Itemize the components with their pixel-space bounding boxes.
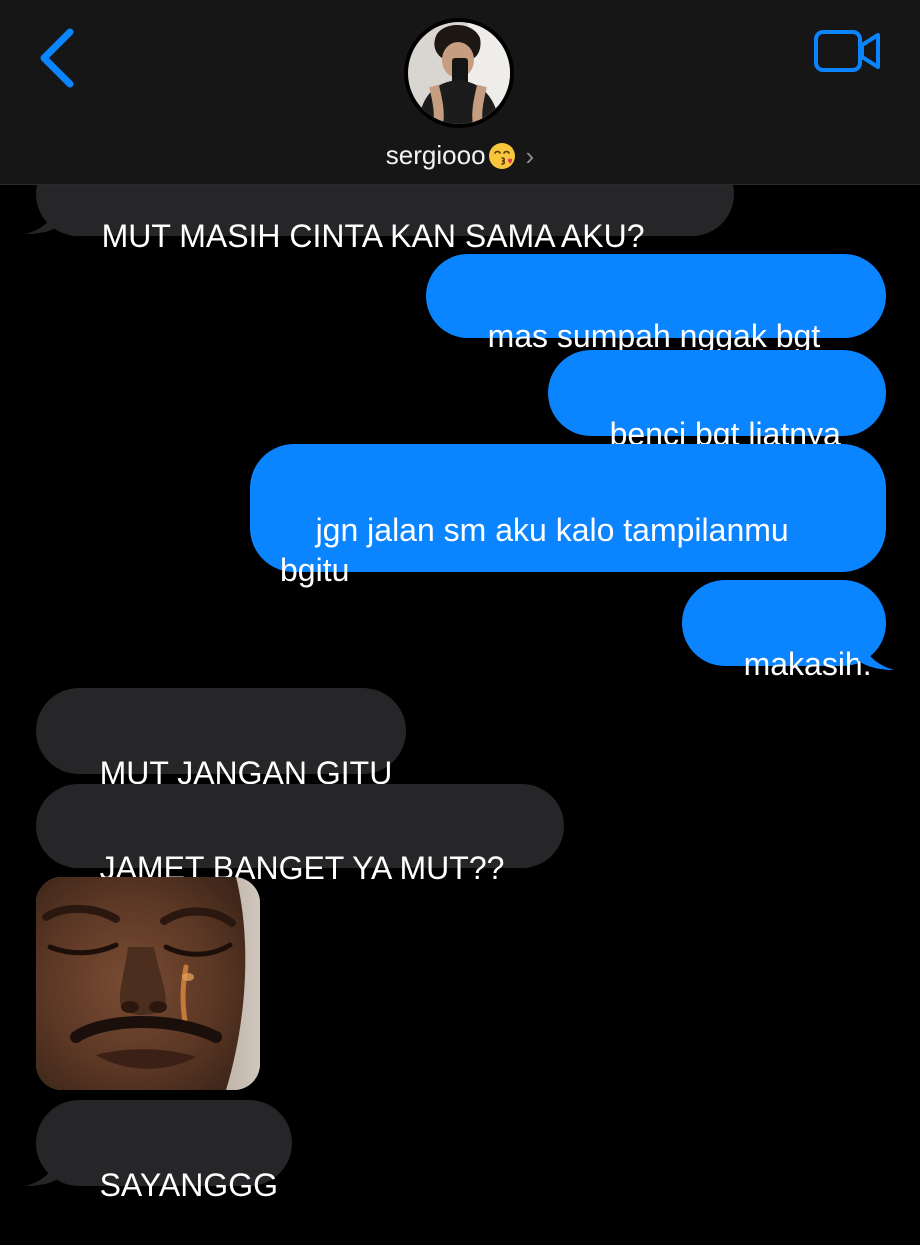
video-camera-icon: [814, 30, 880, 72]
message-bubble-incoming[interactable]: MUT JANGAN GITU: [36, 688, 406, 791]
message-text: mas sumpah nggak bgt: [487, 318, 821, 354]
conversation-header: sergiooo ›: [0, 0, 920, 185]
crying-face-photo: [36, 877, 260, 1090]
message-bubble-outgoing[interactable]: mas sumpah nggak bgt: [426, 254, 886, 354]
bubble-tail: [26, 196, 62, 234]
chevron-right-icon: ›: [525, 141, 535, 171]
message-text: MUT MASIH CINTA KAN SAMA AKU?: [101, 218, 645, 254]
contact-name-button[interactable]: sergiooo ›: [0, 140, 920, 172]
bubble-tail: [26, 1148, 62, 1186]
message-bubble-incoming[interactable]: JAMET BANGET YA MUT??: [36, 784, 564, 886]
video-call-button[interactable]: [812, 26, 884, 76]
message-bubble-outgoing[interactable]: jgn jalan sm aku kalo tampilanmu bgitu: [250, 444, 886, 588]
photo-message[interactable]: [36, 877, 260, 1090]
chevron-left-icon: [40, 28, 74, 88]
kissing-face-emoji: [488, 143, 515, 169]
message-bubble-outgoing[interactable]: makasih.: [682, 580, 886, 682]
message-bubble-outgoing[interactable]: benci bgt liatnya: [548, 350, 886, 452]
contact-photo: [408, 22, 510, 124]
bubble-tail: [858, 632, 894, 670]
message-bubble-incoming[interactable]: SAYANGGG: [36, 1100, 292, 1203]
avatar[interactable]: [404, 18, 514, 128]
contact-name: sergiooo: [385, 140, 486, 170]
back-button[interactable]: [30, 24, 90, 94]
message-text: jgn jalan sm aku kalo tampilanmu bgitu: [280, 512, 798, 588]
message-text: makasih.: [743, 646, 872, 682]
message-text: SAYANGGG: [99, 1167, 278, 1203]
